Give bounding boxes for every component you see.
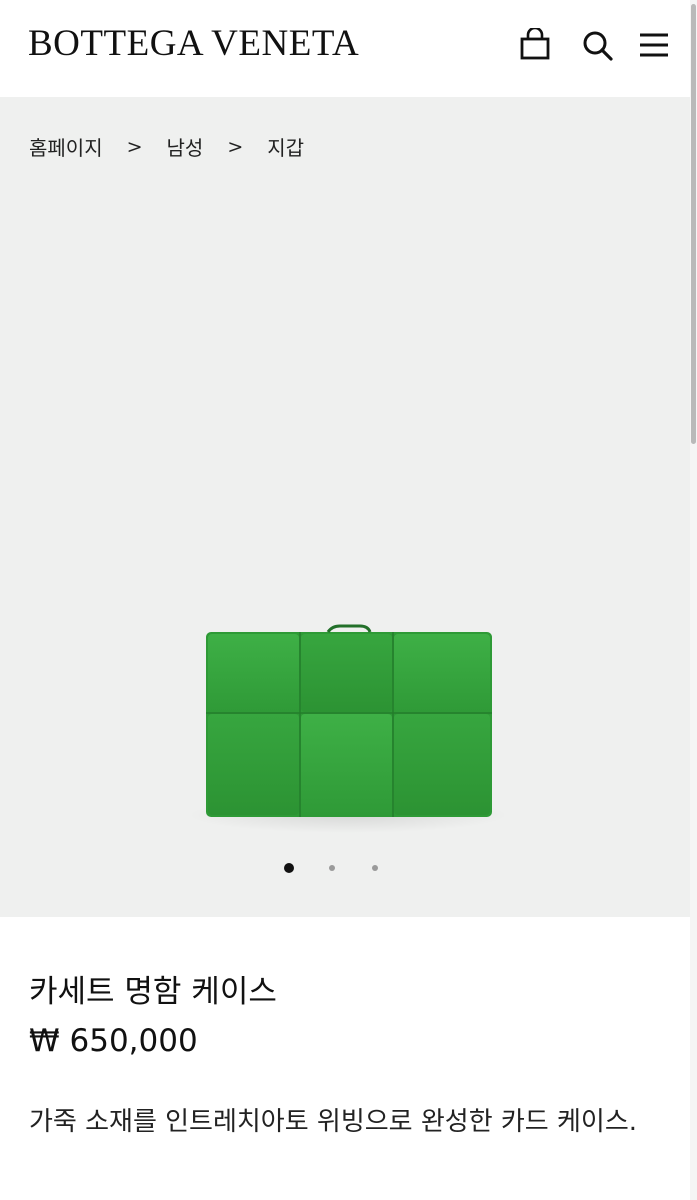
brand-logo[interactable]: BOTTEGA VENETA [28, 22, 359, 65]
breadcrumb-separator: > [227, 135, 244, 158]
shopping-bag-icon[interactable] [518, 28, 552, 62]
search-icon[interactable] [580, 28, 614, 62]
breadcrumb-home[interactable]: 홈페이지 [29, 132, 103, 161]
pagination-dot[interactable] [329, 865, 335, 871]
product-image[interactable] [188, 610, 508, 840]
product-price: ₩ 650,000 [29, 1023, 198, 1059]
product-description: 가죽 소재를 인트레치아토 위빙으로 완성한 카드 케이스. [29, 1107, 638, 1137]
breadcrumb-wallets[interactable]: 지갑 [267, 132, 304, 161]
pagination-dot[interactable] [372, 865, 378, 871]
site-header: BOTTEGA VENETA [0, 0, 697, 97]
page-scrollbar[interactable] [690, 0, 697, 1200]
scrollbar-thumb[interactable] [691, 4, 696, 444]
menu-icon[interactable] [637, 28, 671, 62]
pagination-dot-active[interactable] [284, 863, 294, 873]
breadcrumb-men[interactable]: 남성 [167, 132, 204, 161]
gallery-pagination [0, 860, 690, 880]
breadcrumb-separator: > [126, 135, 143, 158]
product-name: 카세트 명함 케이스 [29, 974, 277, 1010]
breadcrumb: 홈페이지 > 남성 > 지갑 [29, 132, 304, 161]
